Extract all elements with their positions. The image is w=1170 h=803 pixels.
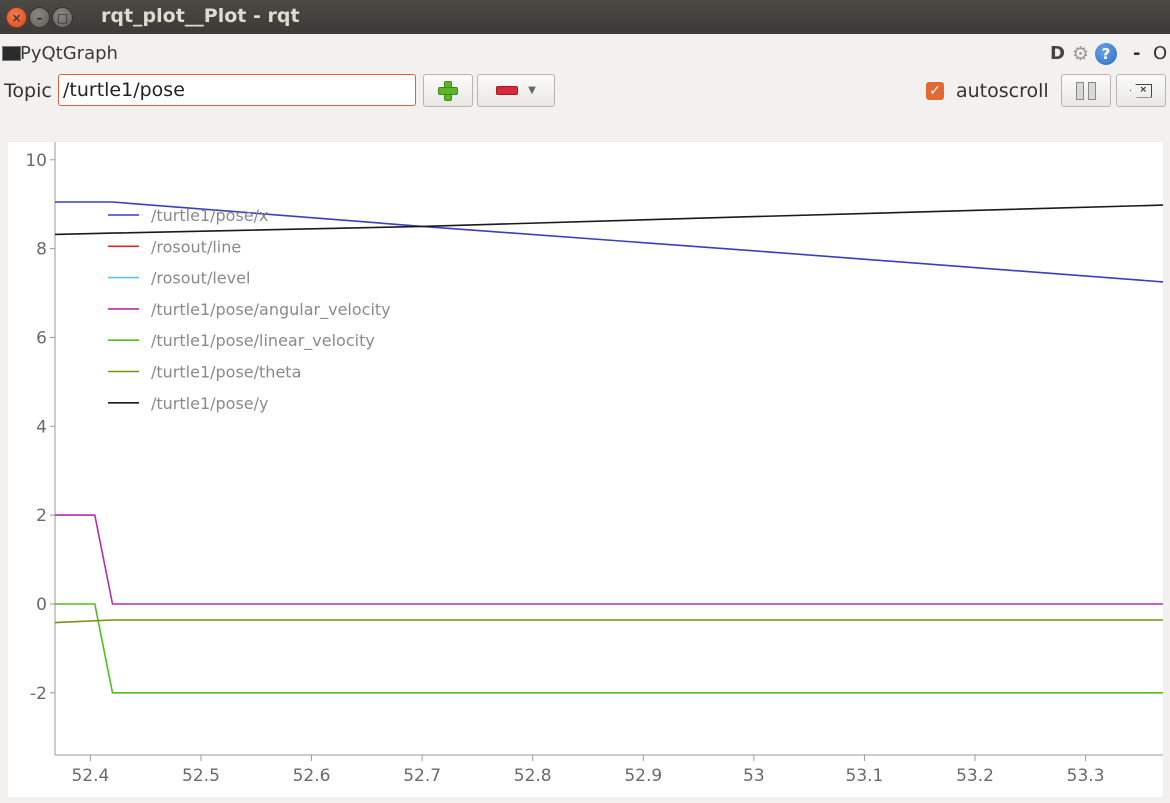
chevron-down-icon: ▼: [528, 85, 536, 96]
minimize-icon: –: [36, 10, 43, 25]
legend-label: /turtle1/pose/x: [151, 206, 269, 225]
minimize-plugin-button[interactable]: -: [1133, 43, 1140, 64]
legend-label: /turtle1/pose/angular_velocity: [151, 300, 391, 320]
x-tick-label: 53: [743, 766, 765, 786]
autoscroll-checkbox[interactable]: ✓: [926, 82, 944, 100]
x-tick-label: 52.4: [71, 766, 109, 786]
pyqtgraph-icon: [2, 46, 21, 61]
y-tick-label: 2: [36, 506, 47, 526]
dock-d-button[interactable]: D: [1050, 43, 1065, 64]
x-tick-label: 53.2: [956, 766, 994, 786]
y-tick-label: 6: [36, 328, 47, 348]
help-icon[interactable]: ?: [1095, 43, 1117, 65]
maximize-icon: □: [56, 10, 69, 25]
line-chart[interactable]: 10 8 6 4 2 0 -2 52.4 52.5 52.6 52.7 52.8 52.9 53 53.1 5…: [8, 142, 1164, 797]
clear-button[interactable]: ×: [1116, 74, 1166, 107]
plus-icon: [438, 80, 458, 101]
legend-label: /rosout/level: [151, 269, 250, 288]
pause-icon: [1076, 81, 1096, 100]
series-line: [55, 603, 1163, 694]
legend-label: /turtle1/pose/linear_velocity: [151, 331, 375, 351]
legend-label: /turtle1/pose/theta: [151, 363, 301, 382]
x-tick-label: 52.9: [624, 766, 662, 786]
plot-area[interactable]: 10 8 6 4 2 0 -2 52.4 52.5 52.6 52.7 52.8 52.9 53 53.1 5…: [8, 142, 1164, 797]
x-tick-label: 52.8: [514, 766, 552, 786]
x-tick-label: 53.3: [1067, 766, 1105, 786]
x-tick-label: 52.7: [403, 766, 441, 786]
close-window-button[interactable]: ×: [6, 7, 27, 28]
y-tick-label: -2: [30, 684, 47, 704]
y-tick-label: 4: [36, 417, 47, 437]
legend-label: /turtle1/pose/y: [151, 394, 269, 413]
series-line: [55, 514, 1163, 605]
legend-label: /rosout/line: [151, 237, 241, 256]
autoscroll-label: autoscroll: [956, 80, 1049, 102]
backspace-icon: ×: [1130, 83, 1152, 98]
x-tick-label: 53.1: [846, 766, 884, 786]
add-topic-button[interactable]: [423, 74, 473, 107]
pause-button[interactable]: [1061, 74, 1111, 107]
y-tick-label: 8: [36, 240, 47, 260]
x-tick-label: 52.5: [182, 766, 220, 786]
minus-icon: [496, 86, 519, 95]
title-bar: × – □ rqt_plot__Plot - rqt: [0, 0, 1170, 34]
y-tick-label: 10: [25, 151, 47, 171]
y-tick-label: 0: [36, 595, 47, 615]
minimize-window-button[interactable]: –: [29, 7, 50, 28]
maximize-window-button[interactable]: □: [52, 7, 73, 28]
gear-icon[interactable]: ⚙: [1072, 44, 1092, 64]
plugin-title: PyQtGraph: [20, 43, 118, 64]
topic-label: Topic: [4, 80, 52, 102]
topic-input[interactable]: [58, 74, 416, 106]
series-line: [54, 619, 1163, 624]
window-title: rqt_plot__Plot - rqt: [101, 5, 300, 27]
x-tick-label: 52.6: [293, 766, 331, 786]
close-plugin-button[interactable]: O: [1153, 43, 1167, 64]
close-icon: ×: [11, 10, 22, 25]
remove-topic-button[interactable]: ▼: [477, 74, 555, 107]
